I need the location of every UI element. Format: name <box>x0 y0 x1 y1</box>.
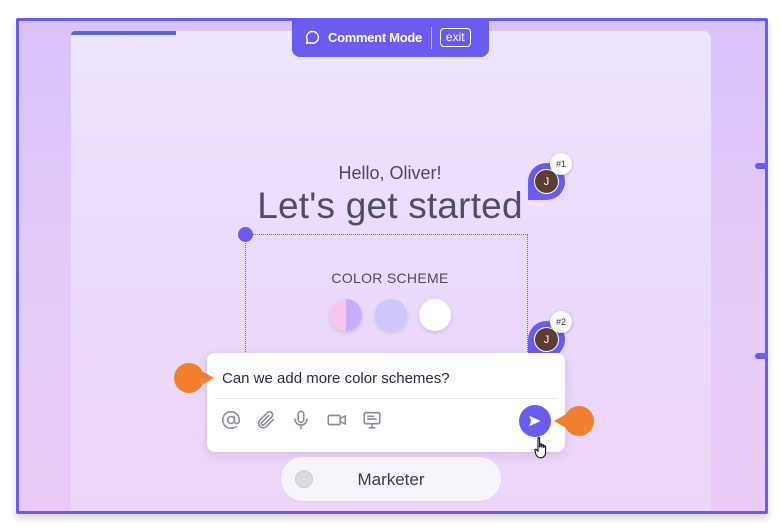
comment-mode-bar: Comment Mode exit <box>292 18 489 57</box>
side-tab-bottom[interactable] <box>755 353 765 359</box>
swatch-pink-purple[interactable] <box>330 299 362 331</box>
side-tab-top[interactable] <box>755 163 765 169</box>
video-icon[interactable] <box>326 409 348 431</box>
screen-share-icon[interactable] <box>361 409 383 431</box>
comment-input[interactable]: Can we add more color schemes? <box>222 370 450 387</box>
pin-number-badge: #2 <box>550 311 572 333</box>
divider <box>430 26 432 49</box>
annotation-marker-right <box>554 406 594 436</box>
send-icon <box>529 415 541 427</box>
send-button[interactable] <box>519 405 551 437</box>
selection-handle[interactable] <box>238 227 253 242</box>
at-sign-icon[interactable] <box>220 409 242 431</box>
pin-number-badge: #1 <box>550 153 572 175</box>
divider <box>215 398 557 399</box>
comment-icon <box>305 30 320 45</box>
microphone-icon[interactable] <box>290 409 312 431</box>
comment-box: Can we add more color schemes? <box>207 353 565 452</box>
role-option-label: Marketer <box>357 470 425 489</box>
annotation-marker-left <box>174 363 214 393</box>
paperclip-icon[interactable] <box>255 409 277 431</box>
comment-mode-label: Comment Mode <box>328 30 422 45</box>
swatch-lavender[interactable] <box>375 299 407 331</box>
color-scheme-label: COLOR SCHEME <box>331 270 449 286</box>
exit-button[interactable]: exit <box>439 28 471 47</box>
progress-bar <box>71 31 176 35</box>
hand-cursor-icon <box>534 436 547 459</box>
swatch-white[interactable] <box>419 299 451 331</box>
role-option-marketer[interactable]: Marketer <box>281 457 501 501</box>
greeting: Hello, Oliver! <box>338 163 442 183</box>
page-title: Let's get started <box>257 185 523 226</box>
comment-pin-1[interactable]: J #1 <box>528 153 572 200</box>
